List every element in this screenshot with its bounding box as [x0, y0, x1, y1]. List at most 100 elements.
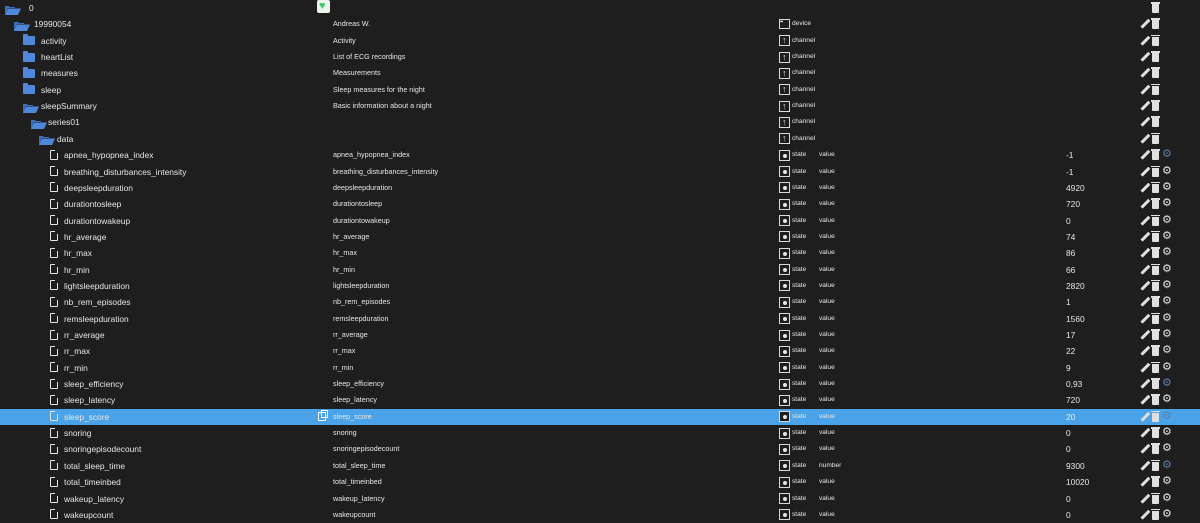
edit-pencil-icon[interactable] — [1140, 199, 1150, 209]
folder-row[interactable]: activity Activity channel — [0, 32, 1200, 49]
state-row[interactable]: durationtowakeup durationtowakeup state val… — [0, 213, 1200, 229]
edit-pencil-icon[interactable] — [1140, 232, 1150, 242]
edit-pencil-icon[interactable] — [1140, 183, 1150, 193]
state-row[interactable]: durationtosleep durationtosleep state value… — [0, 196, 1200, 212]
object-value[interactable]: 22 — [1066, 343, 1075, 359]
object-value[interactable]: 10020 — [1066, 474, 1089, 490]
settings-gear-icon[interactable]: ⚙ — [1162, 459, 1173, 471]
settings-gear-icon[interactable]: ⚙ — [1162, 149, 1173, 160]
delete-trash-icon[interactable] — [1151, 329, 1160, 340]
object-value[interactable]: 720 — [1066, 196, 1080, 212]
delete-trash-icon[interactable] — [1151, 67, 1160, 79]
folder-row[interactable]: sleep Sleep measures for the night channel — [0, 81, 1200, 98]
state-row[interactable]: hr_min hr_min state value 66 ⚙ — [0, 262, 1200, 278]
state-row[interactable]: wakeupcount wakeupcount state value 0 ⚙ — [0, 507, 1200, 523]
settings-gear-icon[interactable]: ⚙ — [1162, 230, 1173, 242]
folder-open-icon[interactable] — [39, 134, 55, 146]
delete-trash-icon[interactable] — [1151, 443, 1160, 455]
settings-gear-icon[interactable]: ⚙ — [1162, 508, 1173, 520]
delete-trash-icon[interactable] — [1151, 132, 1160, 144]
delete-trash-icon[interactable] — [1151, 279, 1160, 291]
state-row[interactable]: hr_average hr_average state value 74 ⚙ — [0, 229, 1200, 245]
state-row[interactable]: total_sleep_time total_sleep_time state num… — [0, 458, 1200, 474]
delete-trash-icon[interactable] — [1151, 34, 1160, 46]
copy-icon[interactable] — [318, 409, 328, 421]
edit-pencil-icon[interactable] — [1140, 117, 1150, 127]
folder-row[interactable]: series01 channel — [0, 114, 1200, 130]
folder-icon[interactable] — [23, 66, 35, 78]
edit-pencil-icon[interactable] — [1140, 330, 1150, 340]
state-row[interactable]: breathing_disturbances_intensity breathin… — [0, 164, 1200, 180]
object-value[interactable]: 17 — [1066, 327, 1075, 343]
delete-trash-icon[interactable] — [1151, 476, 1160, 488]
settings-gear-icon[interactable]: ⚙ — [1162, 279, 1173, 291]
object-value[interactable]: 74 — [1066, 229, 1075, 245]
object-value[interactable]: 86 — [1066, 245, 1075, 261]
edit-pencil-icon[interactable] — [1140, 265, 1150, 275]
settings-gear-icon[interactable]: ⚙ — [1162, 198, 1173, 209]
state-row[interactable]: total_timeinbed total_timeinbed state value… — [0, 474, 1200, 490]
edit-pencil-icon[interactable] — [1140, 412, 1150, 422]
folder-row[interactable]: heartList List of ECG recordings channel — [0, 49, 1200, 65]
object-value[interactable]: 0 — [1066, 213, 1071, 229]
settings-gear-icon[interactable]: ⚙ — [1162, 165, 1173, 177]
settings-gear-icon[interactable]: ⚙ — [1162, 410, 1173, 422]
delete-trash-icon[interactable] — [1151, 263, 1160, 275]
settings-gear-icon[interactable]: ⚙ — [1162, 214, 1173, 226]
edit-pencil-icon[interactable] — [1140, 150, 1150, 160]
edit-pencil-icon[interactable] — [1140, 395, 1150, 405]
object-value[interactable]: 0,93 — [1066, 376, 1082, 392]
settings-gear-icon[interactable]: ⚙ — [1162, 427, 1173, 438]
delete-trash-icon[interactable] — [1151, 116, 1160, 128]
object-value[interactable]: 9300 — [1066, 458, 1085, 474]
object-value[interactable]: 20 — [1066, 409, 1075, 425]
state-row[interactable]: sleep_score sleep_score state value 20 ⚙ — [0, 408, 1200, 426]
object-value[interactable]: 0 — [1066, 507, 1071, 523]
edit-pencil-icon[interactable] — [1140, 52, 1150, 62]
settings-gear-icon[interactable]: ⚙ — [1162, 181, 1173, 193]
edit-pencil-icon[interactable] — [1140, 379, 1150, 389]
delete-trash-icon[interactable] — [1151, 394, 1160, 406]
delete-trash-icon[interactable] — [1151, 410, 1160, 422]
object-value[interactable]: -1 — [1066, 164, 1073, 180]
settings-gear-icon[interactable]: ⚙ — [1162, 312, 1173, 324]
delete-trash-icon[interactable] — [1151, 296, 1160, 308]
edit-pencil-icon[interactable] — [1140, 510, 1150, 520]
settings-gear-icon[interactable]: ⚙ — [1162, 378, 1173, 389]
delete-trash-icon[interactable] — [1151, 198, 1160, 210]
edit-pencil-icon[interactable] — [1140, 167, 1150, 177]
state-row[interactable]: sleep_efficiency sleep_efficiency state val… — [0, 376, 1200, 392]
settings-gear-icon[interactable]: ⚙ — [1162, 443, 1173, 454]
object-value[interactable]: -1 — [1066, 147, 1073, 163]
state-row[interactable]: remsleepduration remsleepduration state val… — [0, 311, 1200, 327]
delete-trash-icon[interactable] — [1151, 181, 1160, 193]
edit-pencil-icon[interactable] — [1140, 444, 1150, 454]
edit-pencil-icon[interactable] — [1140, 19, 1150, 29]
delete-trash-icon[interactable] — [1151, 51, 1160, 63]
folder-icon[interactable] — [23, 34, 35, 46]
state-row[interactable]: wakeup_latency wakeup_latency state value 0 ⚙ — [0, 491, 1200, 507]
folder-open-icon[interactable] — [14, 20, 30, 31]
delete-trash-icon[interactable] — [1151, 508, 1160, 520]
state-row[interactable]: rr_min rr_min state value 9 ⚙ — [0, 360, 1200, 376]
delete-trash-icon[interactable] — [1151, 361, 1160, 373]
delete-trash-icon[interactable] — [1151, 149, 1160, 161]
state-row[interactable]: rr_average rr_average state value 17 ⚙ — [0, 327, 1200, 343]
edit-pencil-icon[interactable] — [1140, 363, 1150, 373]
state-row[interactable]: deepsleepduration deepsleepduration state v… — [0, 180, 1200, 196]
folder-row[interactable]: 0 — [0, 0, 1200, 16]
edit-pencil-icon[interactable] — [1140, 36, 1150, 46]
settings-gear-icon[interactable]: ⚙ — [1162, 345, 1173, 356]
delete-trash-icon[interactable] — [1151, 100, 1160, 112]
folder-row[interactable]: 19990054 Andreas W. device — [0, 14, 1200, 32]
state-row[interactable]: apnea_hypopnea_index apnea_hypopnea_index… — [0, 147, 1200, 163]
object-value[interactable]: 4920 — [1066, 180, 1085, 196]
delete-trash-icon[interactable] — [1151, 2, 1160, 13]
object-value[interactable]: 1 — [1066, 294, 1071, 310]
settings-gear-icon[interactable]: ⚙ — [1162, 296, 1173, 307]
edit-pencil-icon[interactable] — [1140, 428, 1150, 438]
settings-gear-icon[interactable]: ⚙ — [1162, 361, 1173, 373]
edit-pencil-icon[interactable] — [1140, 461, 1150, 471]
delete-trash-icon[interactable] — [1151, 83, 1160, 95]
edit-pencil-icon[interactable] — [1140, 494, 1150, 504]
